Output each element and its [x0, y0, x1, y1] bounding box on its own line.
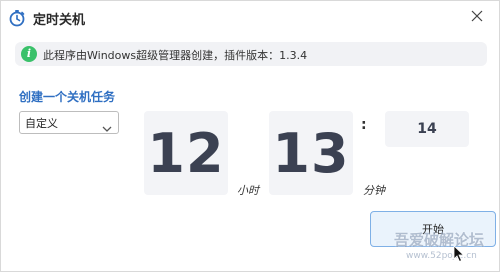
info-banner: i 此程序由Windows超级管理器创建，插件版本：1.3.4 — [15, 42, 487, 66]
close-icon — [471, 7, 483, 26]
section-title: 创建一个关机任务 — [19, 90, 116, 104]
watermark-text: 吾爱破解论坛 — [394, 231, 485, 249]
info-text: 此程序由Windows超级管理器创建，插件版本：1.3.4 — [43, 49, 308, 62]
hours-tile[interactable]: 12 — [144, 111, 228, 195]
minutes-value: 13 — [272, 121, 350, 185]
mode-select-value: 自定义 — [25, 117, 58, 130]
window-title: 定时关机 — [33, 13, 86, 28]
title-bar: 定时关机 — [1, 1, 499, 33]
hours-value: 12 — [147, 121, 225, 185]
watermark-url: www.52pojie.cn — [406, 251, 477, 261]
info-icon: i — [21, 46, 37, 62]
time-separator: : — [361, 117, 367, 133]
chevron-down-icon — [102, 118, 112, 132]
stopwatch-icon — [8, 9, 26, 27]
seconds-value: 14 — [417, 121, 437, 137]
minutes-unit: 分钟 — [363, 184, 385, 197]
seconds-tile[interactable]: 14 — [385, 111, 469, 147]
mouse-pointer-icon — [453, 245, 465, 263]
minutes-tile[interactable]: 13 — [269, 111, 353, 195]
close-button[interactable] — [463, 4, 491, 28]
app-window: 定时关机 i 此程序由Windows超级管理器创建，插件版本：1.3.4 创建一… — [0, 0, 500, 272]
hours-unit: 小时 — [237, 184, 259, 197]
watermark: 吾爱破解论坛 www.52pojie.cn — [394, 229, 494, 269]
mode-select[interactable]: 自定义 — [19, 111, 119, 134]
